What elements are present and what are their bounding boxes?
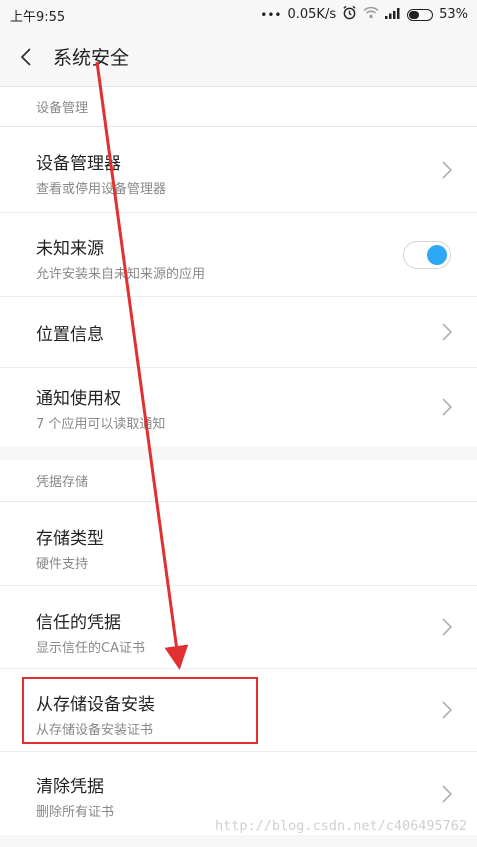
status-time: 上午9:55 [10,10,66,25]
location-row[interactable]: 位置信息 [0,297,477,368]
section-header-credential: 凭据存储 [0,460,477,502]
row-title: 清除凭据 [36,777,104,797]
wifi-icon [363,6,379,23]
trusted-credentials-row[interactable]: 信任的凭据 显示信任的CA证书 [0,586,477,669]
credential-storage-group: 凭据存储 存储类型 硬件支持 信任的凭据 显示信任的CA证书 从存储设备安装 从… [0,460,477,835]
status-bar: 上午9:55 ••• 0.05K/s 53% [0,0,477,28]
section-header-device: 设备管理 [0,87,477,127]
storage-type-row: 存储类型 硬件支持 [0,502,477,586]
row-title: 通知使用权 [36,389,121,409]
back-button[interactable] [12,43,40,71]
title-bar: 系统安全 [0,28,477,87]
status-dots: ••• [260,7,282,22]
chevron-right-icon [442,160,453,179]
install-from-storage-row[interactable]: 从存储设备安装 从存储设备安装证书 [0,669,477,752]
chevron-right-icon [442,618,453,636]
row-subtitle: 从存储设备安装证书 [36,723,154,738]
chevron-right-icon [442,784,453,803]
row-title: 存储类型 [36,529,104,549]
row-title: 从存储设备安装 [36,695,155,715]
row-subtitle: 硬件支持 [36,557,89,572]
device-management-group: 设备管理 设备管理器 查看或停用设备管理器 未知来源 允许安装来自未知来源的应用… [0,87,477,446]
chevron-right-icon [442,398,453,416]
row-subtitle: 显示信任的CA证书 [36,641,145,656]
status-icons: ••• 0.05K/s 53% [260,5,468,24]
battery-percent: 53% [439,7,468,22]
chevron-right-icon [442,323,453,341]
row-title: 信任的凭据 [36,613,121,633]
row-subtitle: 允许安装来自未知来源的应用 [36,267,206,282]
page-title: 系统安全 [53,47,130,69]
row-subtitle: 查看或停用设备管理器 [36,182,167,197]
device-admin-row[interactable]: 设备管理器 查看或停用设备管理器 [0,127,477,213]
chevron-left-icon [20,48,31,66]
toggle-knob [427,244,447,265]
row-subtitle: 删除所有证书 [36,805,115,820]
watermark: http://blog.csdn.net/c406495762 [215,818,467,834]
unknown-sources-row[interactable]: 未知来源 允许安装来自未知来源的应用 [0,213,477,297]
notification-access-row[interactable]: 通知使用权 7 个应用可以读取通知 [0,368,477,446]
net-speed: 0.05K/s [287,7,337,22]
unknown-sources-toggle[interactable] [403,240,451,269]
alarm-icon [342,5,357,24]
battery-icon [407,8,434,21]
signal-icon [385,7,401,23]
row-title: 未知来源 [36,239,104,259]
row-subtitle: 7 个应用可以读取通知 [36,417,166,432]
chevron-right-icon [442,701,453,719]
row-title: 设备管理器 [36,154,121,174]
row-title: 位置信息 [36,325,104,345]
